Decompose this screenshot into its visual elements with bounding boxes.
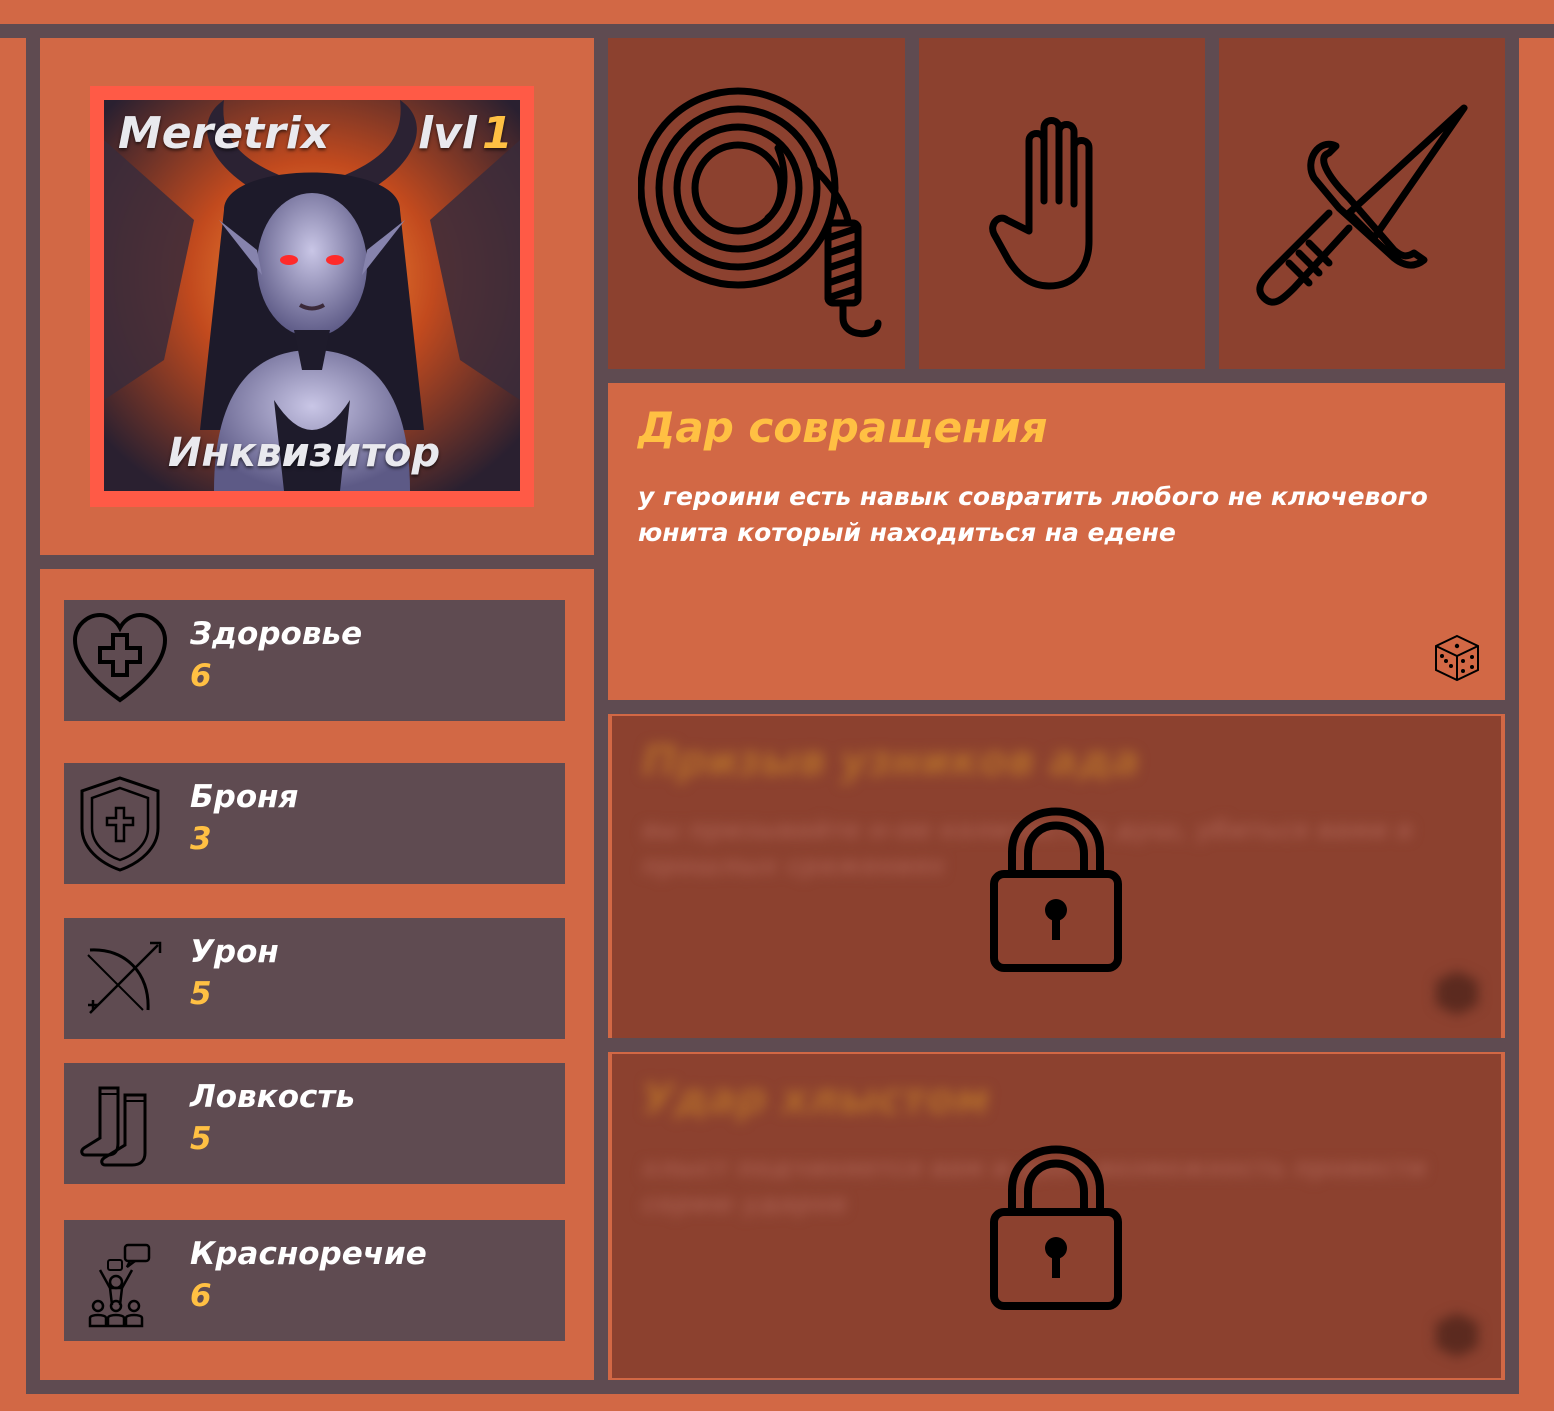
crowd-speech-icon [88,1243,151,1328]
skill-title-summon: Призыв узников ада [642,736,1140,785]
frame-equipment-divider [594,369,1519,383]
frame-left-divider [26,555,601,569]
skill-card-seduction[interactable]: Дар совращения у героини есть навык совр… [608,383,1505,700]
hero-class: Инквизитор [168,430,441,476]
hero-name: Meretrix [118,108,330,159]
skill-desc-seduction: у героини есть навык совратить любого не… [638,482,1428,547]
heart-cross-icon [72,612,168,703]
equipment-slot-weapon-dagger[interactable] [1219,38,1505,369]
skill-title-seduction: Дар совращения [638,403,1048,452]
stat-value-armor: 3 [190,821,212,857]
stat-label-eloquence: Красноречие [190,1236,427,1272]
frame-eq-divider-2 [1205,24,1219,374]
stat-label-armor: Броня [190,779,299,815]
bow-arrow-icon [87,941,162,1014]
hand-icon [989,117,1093,290]
frame-left-bar [26,24,40,1394]
whip-icon [638,87,882,338]
stat-value-eloquence: 6 [190,1278,212,1314]
lock-icon [990,807,1122,972]
dagger-icon [1256,104,1468,306]
stat-value-agility: 5 [190,1121,212,1157]
stat-card-eloquence: Красноречие 6 [64,1220,565,1341]
frame-bottom-bar [26,1380,1519,1394]
dice-icon[interactable] [1432,633,1482,683]
skill-card-summon-locked[interactable]: Призыв узников ада вы призывайте н-ое ко… [612,716,1501,1038]
stat-card-damage: Урон 5 [64,918,565,1039]
dice-icon [1436,1313,1478,1357]
frame-top-bar [0,24,1554,38]
stat-card-armor: Броня 3 [64,763,565,884]
stat-value-health: 6 [190,658,212,694]
frame-skill-divider-2 [594,1038,1519,1052]
hero-portrait[interactable]: Meretrix lvl 1 Инквизитор [90,86,534,507]
stat-label-agility: Ловкость [190,1079,355,1115]
frame-eq-divider-1 [905,24,919,374]
skill-card-whip-strike-locked[interactable]: Удар хлыстом хлыст подчиняется вам и дае… [612,1054,1501,1378]
equipment-slot-weapon-whip[interactable] [608,38,905,369]
lock-icon [990,1145,1122,1310]
shield-cross-icon [80,776,160,872]
equipment-slot-offhand[interactable] [919,38,1205,369]
stat-card-health: Здоровье 6 [64,600,565,721]
dice-icon [1436,971,1478,1015]
boots-icon [80,1086,147,1167]
stat-value-damage: 5 [190,976,212,1012]
stat-card-agility: Ловкость 5 [64,1063,565,1184]
stat-label-damage: Урон [190,934,279,970]
stat-label-health: Здоровье [190,616,363,652]
frame-skill-divider-1 [594,700,1519,714]
hero-level-value: 1 [482,108,513,159]
hero-level-prefix: lvl [418,108,477,159]
skill-title-whip-strike: Удар хлыстом [642,1074,990,1123]
